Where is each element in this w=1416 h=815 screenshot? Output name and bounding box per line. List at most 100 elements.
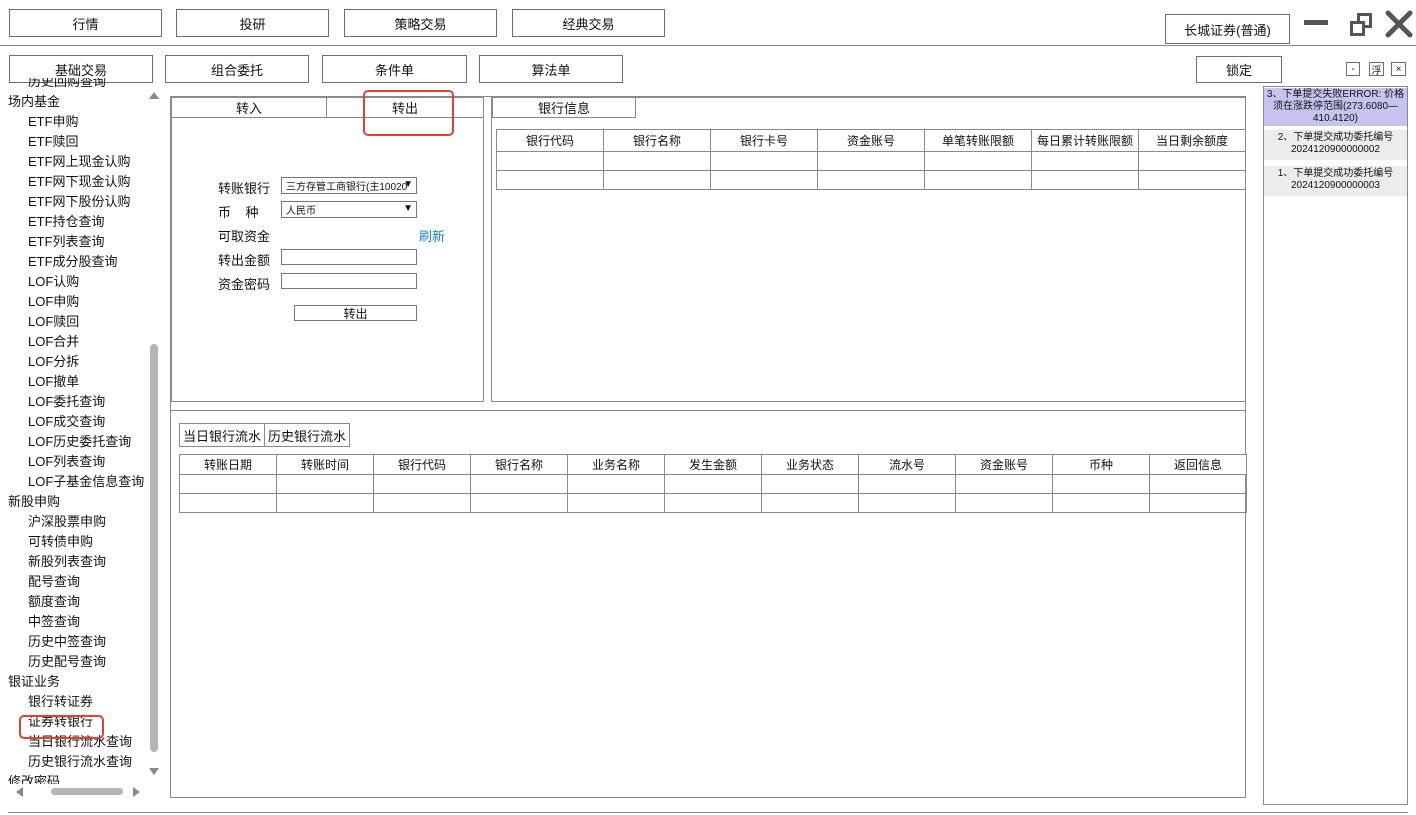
tree-item[interactable]: 历史银行流水查询 <box>8 752 148 772</box>
tree-item[interactable]: LOF委托查询 <box>8 392 148 412</box>
tab-conditional-order[interactable]: 条件单 <box>322 55 467 83</box>
flow-column-header[interactable]: 业务状态 <box>761 454 859 475</box>
tree-item[interactable]: 银行转证券 <box>8 692 148 712</box>
tree-group[interactable]: 银证业务 <box>8 672 148 692</box>
tab-transfer-in[interactable]: 转入 <box>171 97 327 118</box>
table-row[interactable] <box>179 493 1247 513</box>
tab-combo-order[interactable]: 组合委托 <box>165 55 309 83</box>
tab-classic-trading[interactable]: 经典交易 <box>512 9 665 37</box>
tree-item[interactable]: 历史配号查询 <box>8 652 148 672</box>
tab-algo-order[interactable]: 算法单 <box>479 55 623 83</box>
sidebar-vscroll-thumb[interactable] <box>150 344 158 752</box>
scroll-down-icon[interactable] <box>149 768 159 775</box>
tree-item[interactable]: ETF持仓查询 <box>8 212 148 232</box>
flow-column-header[interactable]: 币种 <box>1052 454 1150 475</box>
tab-bank-info[interactable]: 银行信息 <box>492 97 636 118</box>
flow-column-header[interactable]: 转账时间 <box>276 454 374 475</box>
tree-item[interactable]: LOF子基金信息查询 <box>8 472 148 492</box>
tree-item[interactable]: 可转债申购 <box>8 532 148 552</box>
table-cell <box>276 493 374 513</box>
tree-item[interactable]: 历史中签查询 <box>8 632 148 652</box>
flow-column-header[interactable]: 发生金额 <box>664 454 762 475</box>
bank-info-column-header[interactable]: 银行代码 <box>496 129 604 152</box>
tree-group[interactable]: 修改密码 <box>8 772 148 784</box>
tree-item[interactable]: LOF列表查询 <box>8 452 148 472</box>
currency-select[interactable]: 人民币 ▼ <box>281 201 417 218</box>
tree-item[interactable]: 中签查询 <box>8 612 148 632</box>
bank-flow-table: 转账日期 转账时间 银行代码 银行名称 业务名称 发生金额 业务状态 流水号 资金账号 币种 返回信… <box>179 454 1247 513</box>
panel-float-button[interactable]: 浮 <box>1369 62 1384 77</box>
panel-close-button[interactable]: × <box>1391 62 1406 76</box>
message-item[interactable]: 2、下单提交成功委托编号 2024120900000002 <box>1264 130 1407 160</box>
broker-selector[interactable]: 长城证券(普通) <box>1165 14 1290 44</box>
tree-item[interactable]: 额度查询 <box>8 592 148 612</box>
tab-strategy-trading[interactable]: 策略交易 <box>344 9 497 37</box>
table-cell <box>664 493 762 513</box>
flow-column-header[interactable]: 返回信息 <box>1149 454 1247 475</box>
tab-today-flow[interactable]: 当日银行流水 <box>179 423 265 447</box>
tree-item[interactable]: LOF历史委托查询 <box>8 432 148 452</box>
amount-input[interactable] <box>281 249 417 265</box>
tree-item[interactable]: ETF列表查询 <box>8 232 148 252</box>
flow-column-header[interactable]: 转账日期 <box>179 454 277 475</box>
scroll-left-icon[interactable] <box>16 787 23 797</box>
scroll-right-icon[interactable] <box>133 787 140 797</box>
tab-research[interactable]: 投研 <box>176 9 329 37</box>
tab-market[interactable]: 行情 <box>9 9 162 37</box>
table-cell <box>858 474 956 494</box>
flow-column-header[interactable]: 资金账号 <box>955 454 1053 475</box>
bank-info-column-header[interactable]: 当日剩余额度 <box>1138 129 1246 152</box>
sidebar-hscroll-thumb[interactable] <box>51 788 123 795</box>
bank-info-column-header[interactable]: 单笔转账限额 <box>924 129 1032 152</box>
tree-item[interactable]: LOF撤单 <box>8 372 148 392</box>
tab-history-flow[interactable]: 历史银行流水 <box>264 423 350 447</box>
password-input[interactable] <box>281 273 417 289</box>
table-cell <box>817 151 925 171</box>
table-row[interactable] <box>179 474 1247 494</box>
tree-group[interactable]: 新股申购 <box>8 492 148 512</box>
flow-column-header[interactable]: 银行代码 <box>373 454 471 475</box>
scroll-up-icon[interactable] <box>149 92 159 99</box>
table-cell <box>1052 474 1150 494</box>
tree-item[interactable]: ETF申购 <box>8 112 148 132</box>
flow-column-header[interactable]: 流水号 <box>858 454 956 475</box>
tree-item[interactable]: ETF成分股查询 <box>8 252 148 272</box>
tree-item[interactable]: LOF成交查询 <box>8 412 148 432</box>
bank-info-column-header[interactable]: 银行卡号 <box>710 129 818 152</box>
tree-item[interactable]: 配号查询 <box>8 572 148 592</box>
bank-select[interactable]: 三方存管工商银行(主10020 ▼ <box>281 177 417 194</box>
tree-item[interactable]: LOF认购 <box>8 272 148 292</box>
tree-item[interactable]: ETF网上现金认购 <box>8 152 148 172</box>
table-row[interactable] <box>496 170 1246 190</box>
tree-item[interactable]: ETF网下股份认购 <box>8 192 148 212</box>
close-icon[interactable] <box>1384 9 1414 39</box>
table-cell <box>470 493 568 513</box>
tree-item[interactable]: ETF赎回 <box>8 132 148 152</box>
tree-item[interactable]: LOF赎回 <box>8 312 148 332</box>
flow-column-header[interactable]: 业务名称 <box>567 454 665 475</box>
transfer-out-button[interactable]: 转出 <box>294 305 417 321</box>
bank-info-column-header[interactable]: 每日累计转账限额 <box>1031 129 1139 152</box>
flow-column-header[interactable]: 银行名称 <box>470 454 568 475</box>
panel-minimize-button[interactable]: - <box>1346 62 1360 76</box>
tree-item[interactable]: 历史回购查询 <box>8 78 148 92</box>
bank-info-column-header[interactable]: 银行名称 <box>603 129 711 152</box>
tree-item[interactable]: 新股列表查询 <box>8 552 148 572</box>
sidebar-hscrollbar[interactable] <box>16 786 144 798</box>
message-item[interactable]: 1、下单提交成功委托编号 2024120900000003 <box>1264 166 1407 196</box>
tree-item[interactable]: 沪深股票申购 <box>8 512 148 532</box>
tree-item[interactable]: LOF合并 <box>8 332 148 352</box>
message-item-error[interactable]: 3、下单提交失败ERROR: 价格须在涨跌停范围(273.6080—410.41… <box>1264 88 1407 126</box>
tree-item[interactable]: LOF分拆 <box>8 352 148 372</box>
tree-item[interactable]: ETF网下现金认购 <box>8 172 148 192</box>
tree-group[interactable]: 场内基金 <box>8 92 148 112</box>
refresh-link[interactable]: 刷新 <box>419 226 445 245</box>
tree-item[interactable]: LOF申购 <box>8 292 148 312</box>
sidebar-vscrollbar[interactable] <box>149 92 161 780</box>
restore-icon[interactable] <box>1348 11 1376 39</box>
lock-button[interactable]: 锁定 <box>1196 56 1282 83</box>
minimize-icon[interactable] <box>1304 20 1328 25</box>
table-row[interactable] <box>496 151 1246 171</box>
bank-info-column-header[interactable]: 资金账号 <box>817 129 925 152</box>
table-cell <box>1149 474 1247 494</box>
